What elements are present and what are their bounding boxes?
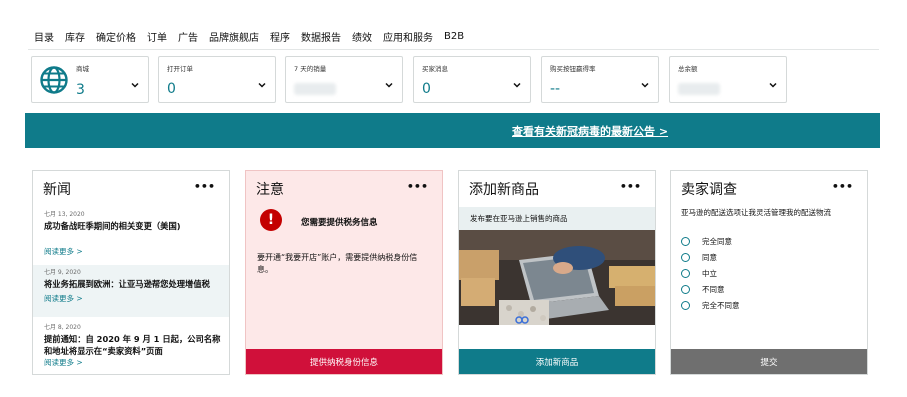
radio-button[interactable] xyxy=(681,269,690,278)
add-product-card: 添加新商品 ••• 发布要在亚马逊上销售的商品 添加新商品 xyxy=(458,170,656,375)
radio-button[interactable] xyxy=(681,237,690,246)
more-options-icon[interactable]: ••• xyxy=(620,180,641,193)
notice-card: 注意 ••• ! 您需要提供税务信息 要开通“我要开店”账户，需要提供纳税身份信… xyxy=(245,170,443,375)
metric-label: 7 天的销量 xyxy=(294,65,327,73)
read-more-link[interactable]: 阅读更多 > xyxy=(44,293,229,304)
read-more-link[interactable]: 阅读更多 > xyxy=(44,357,229,368)
news-title[interactable]: 将业务拓展到欧洲：让亚马逊帮您处理增值税 xyxy=(44,278,224,290)
chevron-down-icon xyxy=(258,82,266,88)
add-product-button[interactable]: 添加新商品 xyxy=(459,349,655,374)
chevron-down-icon xyxy=(641,82,649,88)
news-item: 七月 8, 2020 提前通知：自 2020 年 9 月 1 日起，公司名称和地… xyxy=(33,322,229,368)
survey-option-disagree[interactable]: 不同意 xyxy=(681,284,725,295)
metric-value: 3 xyxy=(76,82,85,98)
add-product-subtitle: 发布要在亚马逊上销售的商品 xyxy=(459,207,655,230)
metric-total-balance[interactable]: 总余额 xyxy=(669,56,787,103)
metric-label: 买家消息 xyxy=(422,65,448,73)
survey-option-strongly-disagree[interactable]: 完全不同意 xyxy=(681,300,740,311)
option-label: 不同意 xyxy=(702,285,725,294)
seller-laptop-photo xyxy=(459,230,655,325)
survey-option-agree[interactable]: 同意 xyxy=(681,252,717,263)
radio-button[interactable] xyxy=(681,301,690,310)
survey-option-neutral[interactable]: 中立 xyxy=(681,268,717,279)
nav-advertising[interactable]: 广告 xyxy=(178,29,198,44)
nav-b2b[interactable]: B2B xyxy=(444,31,464,42)
nav-performance[interactable]: 绩效 xyxy=(352,29,372,44)
option-label: 完全不同意 xyxy=(702,301,740,310)
news-date: 七月 13, 2020 xyxy=(44,211,85,218)
nav-pricing[interactable]: 确定价格 xyxy=(96,29,136,44)
metric-value: 0 xyxy=(167,81,176,97)
nav-apps-services[interactable]: 应用和服务 xyxy=(383,29,433,44)
news-title[interactable]: 提前通知：自 2020 年 9 月 1 日起，公司名称和地址将显示在“卖家资料”… xyxy=(44,333,224,357)
news-date: 七月 8, 2020 xyxy=(44,324,81,331)
news-item: 七月 9, 2020 将业务拓展到欧洲：让亚马逊帮您处理增值税 阅读更多 > xyxy=(33,265,229,317)
chevron-down-icon xyxy=(131,82,139,88)
metric-label: 商城 xyxy=(76,65,89,73)
read-more-link[interactable]: 阅读更多 > xyxy=(44,246,229,257)
card-title: 卖家调查 xyxy=(681,182,737,198)
nav-stores[interactable]: 品牌旗舰店 xyxy=(209,29,259,44)
alert-icon: ! xyxy=(260,209,282,231)
covid-announcement-banner: 查看有关新冠病毒的最新公告 > xyxy=(25,113,880,148)
option-label: 中立 xyxy=(702,269,717,278)
news-title[interactable]: 成功备战旺季期间的相关变更（美国) xyxy=(44,220,224,232)
metric-label: 购买按钮赢得率 xyxy=(550,65,596,73)
survey-submit-button[interactable]: 提交 xyxy=(671,349,867,374)
card-title: 新闻 xyxy=(43,182,71,198)
survey-option-strongly-agree[interactable]: 完全同意 xyxy=(681,236,732,247)
blurred-value xyxy=(294,83,336,95)
chevron-down-icon xyxy=(513,82,521,88)
metric-value: -- xyxy=(550,81,561,97)
chevron-down-icon xyxy=(385,82,393,88)
news-date: 七月 9, 2020 xyxy=(44,269,81,276)
metric-7-day-sales[interactable]: 7 天的销量 xyxy=(285,56,403,103)
metric-buy-box-win-rate[interactable]: 购买按钮赢得率 -- xyxy=(541,56,659,103)
nav-divider xyxy=(28,49,879,50)
covid-announcement-link[interactable]: 查看有关新冠病毒的最新公告 > xyxy=(512,123,668,139)
card-title: 添加新商品 xyxy=(469,182,539,198)
card-title: 注意 xyxy=(256,182,284,198)
news-item: 七月 13, 2020 成功备战旺季期间的相关变更（美国) 阅读更多 > xyxy=(33,209,229,257)
news-card: 新闻 ••• 七月 13, 2020 成功备战旺季期间的相关变更（美国) 阅读更… xyxy=(32,170,230,375)
more-options-icon[interactable]: ••• xyxy=(407,180,428,193)
metric-value: 0 xyxy=(422,81,431,97)
radio-button[interactable] xyxy=(681,285,690,294)
metric-label: 总余额 xyxy=(678,65,698,73)
metric-open-orders[interactable]: 打开订单 0 xyxy=(158,56,276,103)
nav-catalog[interactable]: 目录 xyxy=(34,29,54,44)
nav-programs[interactable]: 程序 xyxy=(270,29,290,44)
nav-orders[interactable]: 订单 xyxy=(147,29,167,44)
provide-tax-info-button[interactable]: 提供纳税身份信息 xyxy=(246,349,442,374)
metric-marketplaces[interactable]: 商城 3 xyxy=(31,56,149,103)
notice-body: 要开通“我要开店”账户，需要提供纳税身份信息。 xyxy=(257,253,418,274)
survey-question: 亚马逊的配送选项让我灵活管理我的配送物流 xyxy=(681,208,831,217)
nav-reports[interactable]: 数据报告 xyxy=(301,29,341,44)
option-label: 同意 xyxy=(702,253,717,262)
more-options-icon[interactable]: ••• xyxy=(832,180,853,193)
option-label: 完全同意 xyxy=(702,237,732,246)
metric-buyer-messages[interactable]: 买家消息 0 xyxy=(413,56,531,103)
more-options-icon[interactable]: ••• xyxy=(194,180,215,193)
nav-inventory[interactable]: 库存 xyxy=(65,29,85,44)
main-nav: 目录 库存 确定价格 订单 广告 品牌旗舰店 程序 数据报告 绩效 应用和服务 … xyxy=(34,28,475,44)
globe-icon xyxy=(40,66,68,94)
chevron-down-icon xyxy=(769,82,777,88)
seller-survey-card: 卖家调查 ••• 亚马逊的配送选项让我灵活管理我的配送物流 完全同意 同意 中立… xyxy=(670,170,868,375)
blurred-value xyxy=(678,83,720,95)
notice-heading: 您需要提供税务信息 xyxy=(301,218,378,228)
metric-label: 打开订单 xyxy=(167,65,193,73)
radio-button[interactable] xyxy=(681,253,690,262)
